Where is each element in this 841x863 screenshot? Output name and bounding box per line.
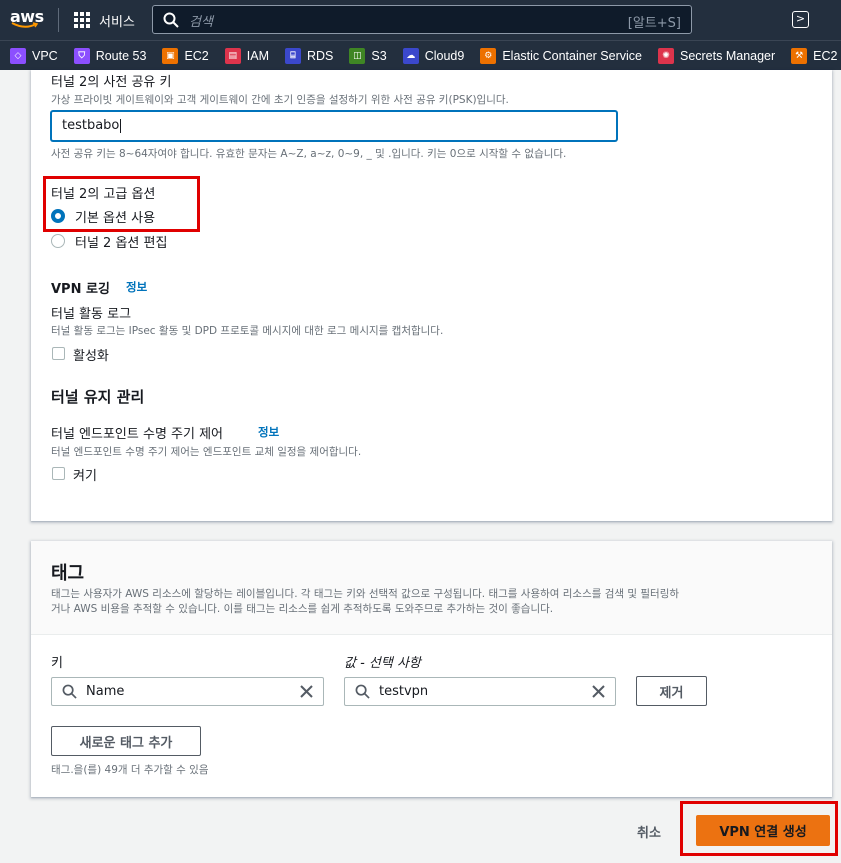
radio-default-options[interactable] [51, 209, 65, 223]
s3-icon: ◫ [349, 47, 366, 64]
iam-icon: ▤ [224, 47, 241, 64]
bookmark-ec2[interactable]: ▣ EC2 [162, 47, 209, 64]
search-icon [355, 684, 370, 699]
psk-constraint-text: 사전 공유 키는 8~64자여야 합니다. 유효한 문자는 A~Z, a~z, … [51, 148, 567, 160]
grid-icon [74, 12, 90, 28]
bookmark-secrets-manager[interactable]: ✺ Secrets Manager [657, 47, 775, 64]
text-caret [120, 118, 122, 133]
default-options-label[interactable]: 기본 옵션 사용 [75, 207, 155, 226]
clear-icon[interactable] [300, 685, 313, 698]
activate-checkbox[interactable] [52, 347, 65, 360]
advanced-options-label: 터널 2의 고급 옵션 [51, 187, 156, 202]
services-menu-button[interactable]: 서비스 [74, 10, 135, 30]
tag-value-label: 값 - 선택 사항 [344, 656, 421, 671]
turn-on-checkbox[interactable] [52, 467, 65, 480]
top-navigation: aws 서비스 검색 [알트+S] > [0, 0, 841, 40]
clear-icon[interactable] [592, 685, 605, 698]
bookmark-s3[interactable]: ◫ S3 [349, 47, 387, 64]
search-icon [62, 684, 77, 699]
add-tag-button[interactable]: 새로운 태그 추가 [51, 726, 201, 756]
cancel-button[interactable]: 취소 [637, 822, 661, 841]
psk-input-value: testbabo [62, 118, 120, 133]
vpn-logging-title: VPN 로깅 [51, 282, 110, 297]
route53-icon: ⛉ [73, 47, 90, 64]
aws-smile-icon [11, 22, 39, 28]
edit-options-label[interactable]: 터널 2 옵션 편집 [75, 232, 167, 251]
cloudshell-icon[interactable]: > [792, 11, 809, 28]
lifecycle-description: 터널 엔드포인트 수명 주기 제어는 엔드포인트 교체 일정을 제어합니다. [51, 446, 362, 458]
ec2-icon: ▣ [162, 47, 179, 64]
search-shortcut-hint: [알트+S] [627, 16, 681, 31]
aws-logo[interactable]: aws [10, 7, 44, 33]
lifecycle-control-label: 터널 엔드포인트 수명 주기 제어 [51, 427, 224, 442]
psk-description: 가상 프라이빗 게이트웨이와 고객 게이트웨이 간에 초기 인증을 설정하기 위… [51, 94, 509, 106]
lifecycle-info-link[interactable]: 정보 [258, 424, 279, 440]
services-label: 서비스 [99, 14, 135, 30]
turn-on-label[interactable]: 켜기 [73, 465, 97, 484]
ecs-icon: ⚙ [480, 47, 497, 64]
tag-key-value: Name [86, 684, 125, 699]
favorites-bar: ◇ VPC ⛉ Route 53 ▣ EC2 ▤ IAM ⌸ RDS ◫ S3 ☁ Cloud… [0, 40, 841, 70]
search-input[interactable]: 검색 [알트+S] [152, 5, 692, 34]
bookmark-route53[interactable]: ⛉ Route 53 [73, 47, 146, 64]
vpc-icon: ◇ [10, 47, 26, 64]
bookmark-iam[interactable]: ▤ IAM [224, 47, 269, 64]
activity-log-label: 터널 활동 로그 [51, 307, 132, 322]
tag-value-value: testvpn [379, 684, 429, 699]
bookmark-ecs[interactable]: ⚙ Elastic Container Service [480, 47, 642, 64]
tags-description-line1: 태그는 사용자가 AWS 리소스에 할당하는 레이블입니다. 각 태그는 키와 … [51, 588, 680, 600]
tag-value-input[interactable]: testvpn [344, 677, 616, 706]
rds-icon: ⌸ [285, 47, 301, 64]
tag-key-input[interactable]: Name [51, 677, 324, 706]
search-placeholder: 검색 [189, 15, 213, 30]
tag-key-label: 키 [51, 656, 63, 671]
tags-panel [31, 541, 832, 797]
secrets-manager-icon: ✺ [657, 47, 674, 64]
bookmark-ec2-image-builder[interactable]: ⚒EC2 Image [791, 47, 841, 64]
tags-description-line2: 거나 AWS 비용을 추적할 수 있습니다. 이를 태그는 리소스를 쉽게 추적… [51, 603, 554, 615]
tags-title: 태그 [51, 563, 85, 584]
psk-label: 터널 2의 사전 공유 키 [51, 75, 172, 90]
cloud9-icon: ☁ [402, 47, 419, 64]
bookmark-vpc[interactable]: ◇ VPC [10, 47, 58, 64]
maintenance-title: 터널 유지 관리 [51, 388, 145, 406]
bookmark-cloud9[interactable]: ☁ Cloud9 [402, 47, 464, 64]
vpn-logging-info-link[interactable]: 정보 [126, 279, 147, 295]
nav-divider [58, 8, 59, 32]
search-icon [163, 12, 179, 28]
activate-label[interactable]: 활성화 [73, 345, 109, 364]
remove-tag-button[interactable]: 제거 [636, 676, 707, 706]
psk-input[interactable]: testbabo [51, 111, 617, 141]
radio-edit-options[interactable] [51, 234, 65, 248]
create-vpn-connection-button[interactable]: VPN 연결 생성 [696, 815, 830, 846]
activity-log-description: 터널 활동 로그는 IPsec 활동 및 DPD 프로토콜 메시지에 대한 로그… [51, 325, 444, 337]
ec2-image-builder-icon: ⚒ [791, 47, 808, 64]
tags-remaining-text: 태그.을(를) 49개 더 추가할 수 있음 [51, 764, 209, 776]
bookmark-rds[interactable]: ⌸ RDS [285, 47, 333, 64]
